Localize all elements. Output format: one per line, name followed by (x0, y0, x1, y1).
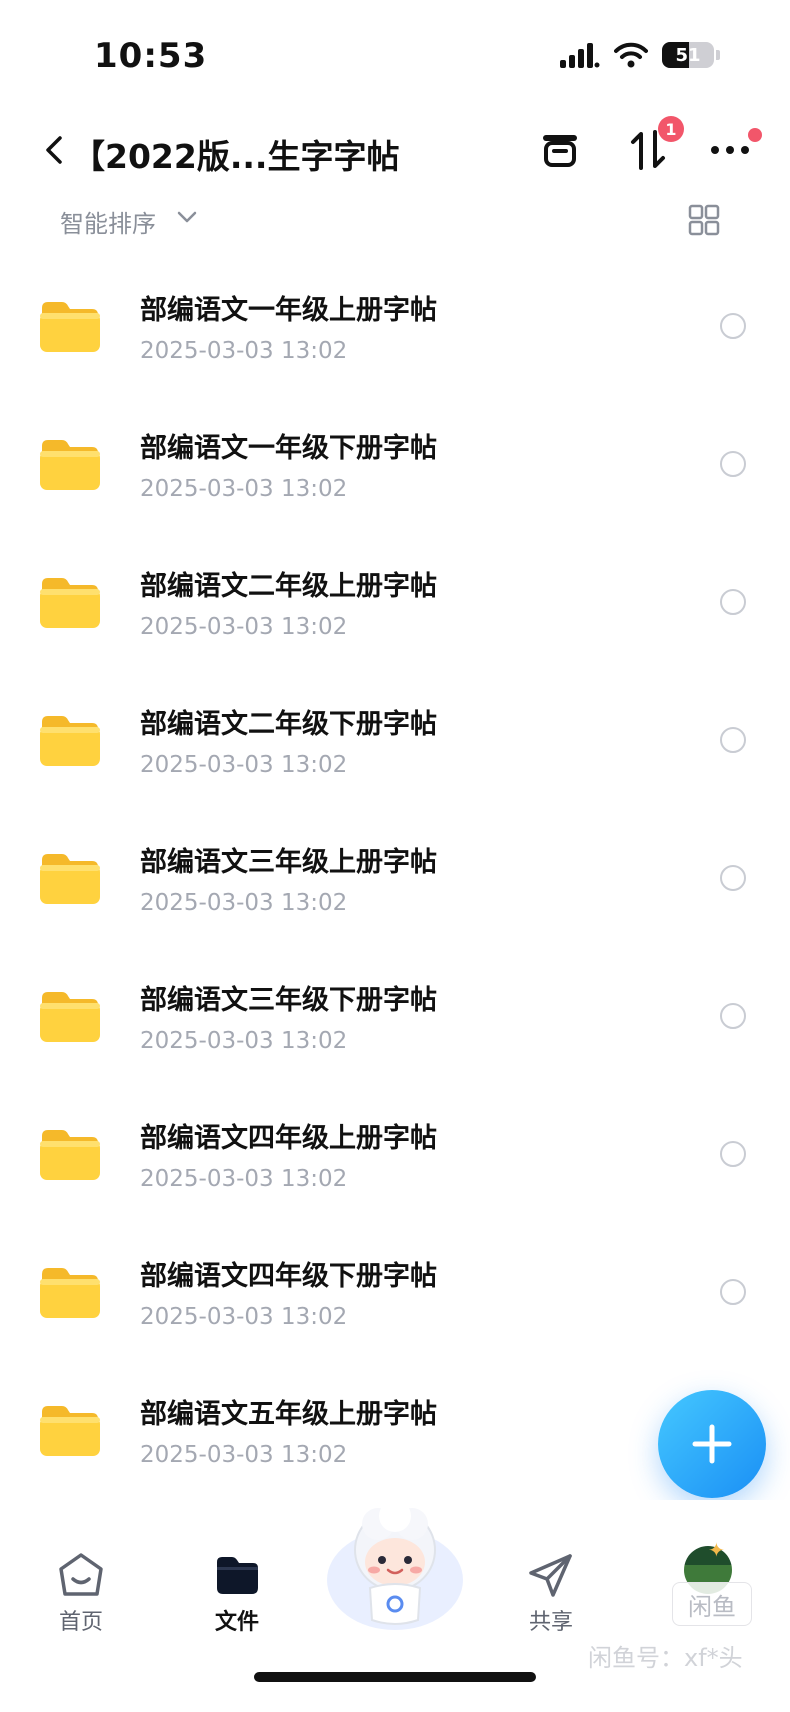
grid-view-icon[interactable] (688, 204, 720, 236)
battery-level: 51 (675, 44, 701, 66)
back-button[interactable] (42, 130, 72, 170)
file-list-item[interactable]: 部编语文一年级上册字帖 2025-03-03 13:02 (0, 258, 790, 396)
more-button[interactable] (706, 126, 762, 174)
chevron-down-icon[interactable] (176, 210, 198, 224)
archive-box-icon (543, 135, 577, 167)
file-list: 部编语文一年级上册字帖 2025-03-03 13:02 部编语文一年级下册字帖… (0, 258, 790, 1500)
home-indicator[interactable] (254, 1672, 536, 1682)
sort-dropdown[interactable]: 智能排序 (60, 204, 156, 239)
folder-icon (40, 578, 100, 628)
file-name: 部编语文一年级下册字帖 (140, 433, 437, 464)
status-time: 10:53 (94, 36, 208, 76)
backup-button[interactable] (536, 126, 584, 174)
file-date: 2025-03-03 13:02 (140, 1442, 348, 1468)
select-checkbox[interactable] (720, 727, 746, 753)
file-name: 部编语文五年级上册字帖 (140, 1399, 437, 1430)
file-name: 部编语文二年级上册字帖 (140, 571, 437, 602)
mascot-icon (327, 1500, 463, 1630)
file-name: 部编语文一年级上册字帖 (140, 295, 437, 326)
select-checkbox[interactable] (720, 1279, 746, 1305)
folder-icon (40, 302, 100, 352)
file-name: 部编语文三年级上册字帖 (140, 847, 437, 878)
folder-icon (40, 440, 100, 490)
sort-bar: 智能排序 (0, 196, 790, 246)
file-date: 2025-03-03 13:02 (140, 752, 348, 778)
star-icon: ✦ (708, 1538, 725, 1562)
folder-icon (40, 992, 100, 1042)
file-name: 部编语文四年级上册字帖 (140, 1123, 437, 1154)
plus-icon (692, 1424, 732, 1464)
watermark-badge: 闲鱼 (672, 1582, 752, 1626)
nav-files-label: 文件 (214, 1610, 259, 1635)
select-checkbox[interactable] (720, 1003, 746, 1029)
nav-home-label: 首页 (58, 1610, 103, 1635)
watermark-text: 闲鱼号：xf*头 (588, 1644, 743, 1672)
nav-files[interactable]: 文件 (192, 1552, 282, 1636)
bottom-nav: 首页 文件 共享 ✦ 闲鱼 闲鱼号：xf*头 (0, 1500, 790, 1672)
file-date: 2025-03-03 13:02 (140, 1304, 348, 1330)
select-checkbox[interactable] (720, 313, 746, 339)
paper-plane-icon (529, 1554, 572, 1597)
assistant-mascot[interactable] (322, 1500, 468, 1640)
file-list-item[interactable]: 部编语文一年级下册字帖 2025-03-03 13:02 (0, 396, 790, 534)
nav-share[interactable]: 共享 (506, 1552, 596, 1636)
folder-icon (40, 1268, 100, 1318)
file-list-item[interactable]: 部编语文四年级下册字帖 2025-03-03 13:02 (0, 1224, 790, 1362)
file-list-item[interactable]: 部编语文二年级上册字帖 2025-03-03 13:02 (0, 534, 790, 672)
select-checkbox[interactable] (720, 589, 746, 615)
notification-dot (748, 128, 762, 142)
file-list-item[interactable]: 部编语文三年级上册字帖 2025-03-03 13:02 (0, 810, 790, 948)
signal-icon (560, 43, 600, 68)
file-list-item[interactable]: 部编语文三年级下册字帖 2025-03-03 13:02 (0, 948, 790, 1086)
battery-icon: 51 (662, 42, 720, 68)
file-date: 2025-03-03 13:02 (140, 614, 348, 640)
file-name: 部编语文二年级下册字帖 (140, 709, 437, 740)
chevron-left-icon (46, 136, 62, 164)
more-dots-icon (711, 146, 749, 154)
select-checkbox[interactable] (720, 451, 746, 477)
header: 【2022版...生字字帖 1 (0, 116, 790, 188)
folder-filled-icon (217, 1557, 258, 1594)
page-title: 【2022版...生字字帖 (72, 137, 400, 176)
transfer-button[interactable]: 1 (624, 116, 684, 174)
home-smile-icon (59, 1553, 103, 1596)
add-button[interactable] (658, 1390, 766, 1498)
file-date: 2025-03-03 13:02 (140, 476, 348, 502)
select-checkbox[interactable] (720, 865, 746, 891)
folder-icon (40, 1130, 100, 1180)
file-date: 2025-03-03 13:02 (140, 338, 348, 364)
file-name: 部编语文三年级下册字帖 (140, 985, 437, 1016)
select-checkbox[interactable] (720, 1141, 746, 1167)
nav-share-label: 共享 (528, 1610, 573, 1635)
folder-icon (40, 1406, 100, 1456)
file-list-item[interactable]: 部编语文二年级下册字帖 2025-03-03 13:02 (0, 672, 790, 810)
file-date: 2025-03-03 13:02 (140, 1028, 348, 1054)
folder-icon (40, 854, 100, 904)
file-date: 2025-03-03 13:02 (140, 1166, 348, 1192)
transfer-badge: 1 (658, 116, 684, 142)
file-name: 部编语文四年级下册字帖 (140, 1261, 437, 1292)
status-icons: 51 (560, 42, 720, 68)
folder-icon (40, 716, 100, 766)
wifi-icon (614, 42, 648, 68)
file-list-item[interactable]: 部编语文四年级上册字帖 2025-03-03 13:02 (0, 1086, 790, 1224)
nav-home[interactable]: 首页 (36, 1552, 126, 1636)
file-date: 2025-03-03 13:02 (140, 890, 348, 916)
status-bar: 10:53 51 (0, 0, 790, 110)
